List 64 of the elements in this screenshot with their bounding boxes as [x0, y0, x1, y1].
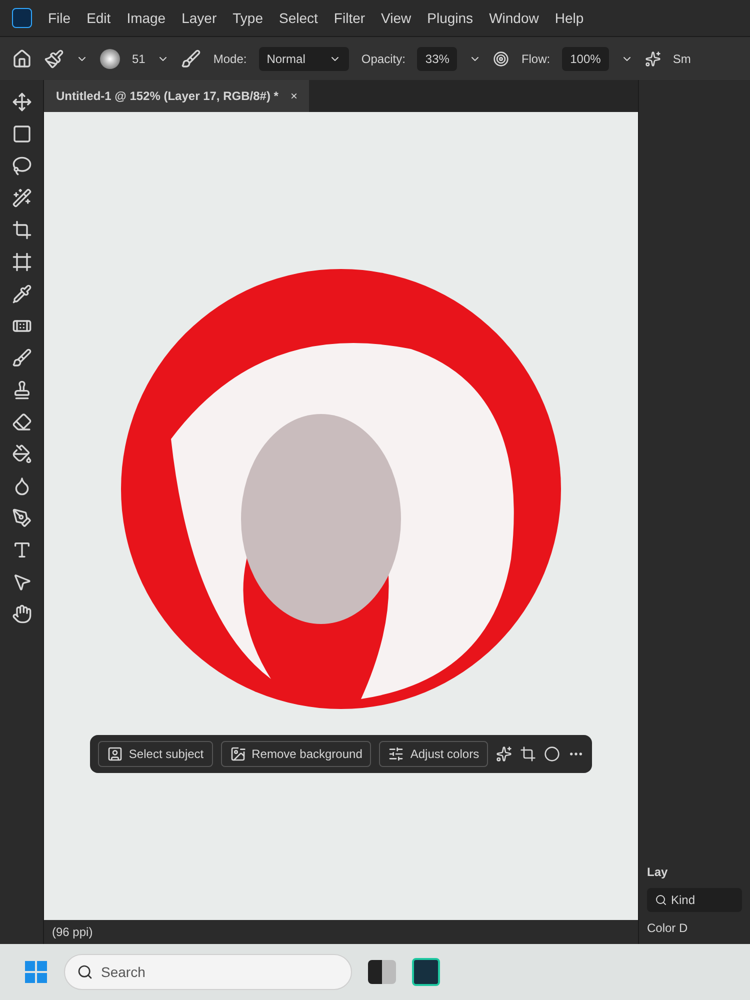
brush-icon[interactable] [12, 348, 32, 368]
menu-item[interactable]: Image [126, 8, 166, 28]
sparkle-icon[interactable] [496, 746, 512, 762]
menu-item[interactable]: Help [554, 8, 584, 28]
marquee-icon[interactable] [12, 124, 32, 144]
wand-icon[interactable] [12, 188, 32, 208]
frame-icon[interactable] [12, 252, 32, 272]
airbrush-icon[interactable] [644, 50, 661, 66]
menu-item[interactable]: Select [279, 8, 318, 28]
panel-title: Lay [647, 864, 669, 880]
task-button[interactable]: Remove background [220, 741, 372, 767]
menu-item[interactable]: Edit [86, 8, 111, 28]
brush-icon[interactable] [44, 48, 64, 68]
document-title: Untitled-1 @ 152% (Layer 17, RGB/8#) * [56, 88, 278, 104]
status-text: (96 ppi) [52, 924, 93, 940]
opacity-label: Opacity: [361, 50, 406, 66]
hand-icon[interactable] [12, 604, 32, 624]
brush-tip-icon [100, 48, 120, 68]
image-icon [230, 746, 246, 762]
move-icon[interactable] [12, 92, 32, 112]
pen-icon[interactable] [12, 508, 32, 528]
brush-panel-icon[interactable] [181, 48, 202, 68]
kind-filter[interactable]: Kind [647, 888, 742, 912]
document-tab[interactable]: Untitled-1 @ 152% (Layer 17, RGB/8#) * × [44, 80, 310, 112]
pointer-icon[interactable] [12, 572, 32, 592]
mode-label: Mode: [213, 50, 247, 66]
task-view-icon[interactable] [368, 960, 396, 984]
menu-item[interactable]: Layer [182, 8, 217, 28]
mode-dropdown[interactable]: Normal [258, 46, 350, 70]
menu-item[interactable]: Type [232, 8, 263, 28]
pressure-icon[interactable] [493, 50, 510, 66]
search-input[interactable]: Search [101, 962, 282, 982]
close-button[interactable]: × [290, 88, 298, 104]
person-icon [106, 746, 123, 762]
task-button[interactable]: Select subject [98, 741, 213, 767]
app-logo-icon [12, 8, 32, 28]
brush-size: 51 [132, 50, 146, 66]
option-label: Sm [672, 50, 691, 66]
search-icon [655, 894, 667, 906]
opacity-field[interactable]: 33% [417, 46, 458, 70]
bucket-icon[interactable] [12, 444, 32, 464]
flow-label: Flow: [521, 50, 550, 66]
task-button[interactable]: Adjust colors [379, 741, 488, 767]
text-icon[interactable] [12, 540, 32, 560]
search-field[interactable]: Search [64, 954, 352, 990]
menu-item[interactable]: File [48, 8, 71, 28]
home-icon[interactable] [12, 48, 32, 68]
app-icon[interactable] [412, 958, 440, 986]
eraser-icon[interactable] [12, 412, 32, 432]
eyedropper-icon[interactable] [12, 284, 32, 304]
sliders-icon [388, 746, 404, 762]
menu-item[interactable]: Plugins [427, 8, 474, 28]
crop-icon[interactable] [12, 220, 32, 240]
contrast-icon[interactable] [544, 746, 560, 762]
transform-icon[interactable] [520, 746, 536, 762]
lasso-icon[interactable] [12, 156, 32, 176]
search-icon [77, 964, 93, 980]
windows-logo-icon[interactable] [24, 960, 48, 984]
menu-item[interactable]: View [381, 8, 412, 28]
layer-option: Color D [647, 920, 742, 936]
menu-item[interactable]: Window [489, 8, 539, 28]
flow-field[interactable]: 100% [562, 46, 609, 70]
stamp-icon[interactable] [12, 380, 32, 400]
menu-item[interactable]: Filter [334, 8, 366, 28]
